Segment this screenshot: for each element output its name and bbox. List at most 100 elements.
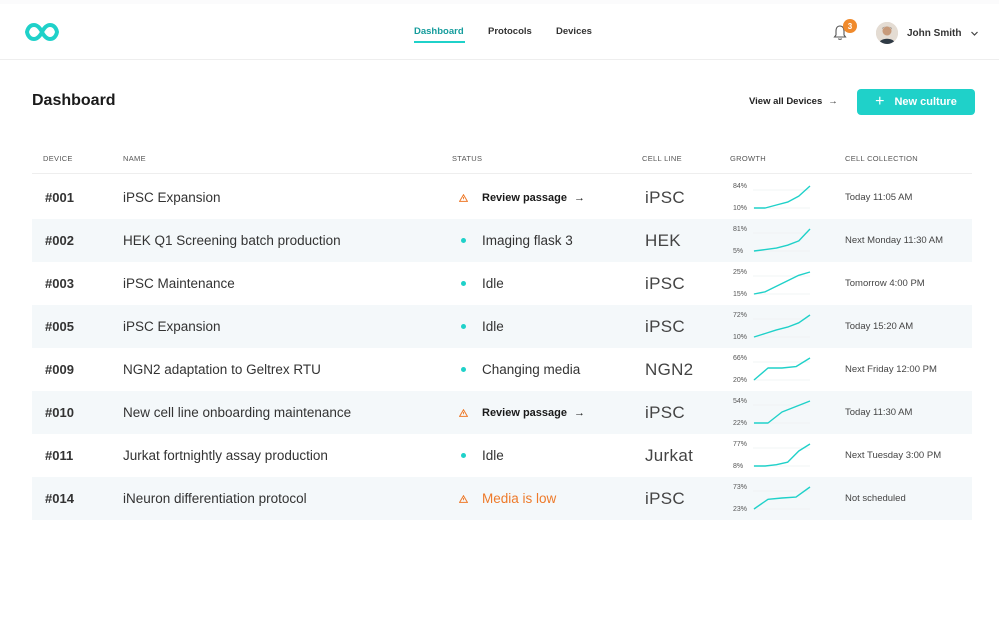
cell-collection-time: Today 15:20 AM — [845, 321, 914, 332]
growth-line — [754, 185, 811, 209]
growth-min-label: 22% — [733, 420, 747, 427]
cell-collection-time: Today 11:30 AM — [845, 407, 913, 418]
arrow-right-icon: → — [574, 406, 585, 419]
cell-collection-time: Next Friday 12:00 PM — [845, 364, 937, 375]
status: Media is low — [458, 477, 556, 520]
cell-line: HEK — [645, 230, 681, 250]
cell-line: iPSC — [645, 316, 685, 336]
cell-line: Jurkat — [645, 445, 694, 465]
table-row[interactable]: #002 HEK Q1 Screening batch production Ima… — [32, 219, 972, 262]
status-label: Idle — [482, 448, 504, 463]
device-id: #005 — [45, 319, 74, 334]
nav-protocols[interactable]: Protocols — [488, 26, 532, 37]
growth-sparkline: 72% 10% — [733, 312, 811, 341]
growth-min-label: 10% — [733, 334, 747, 341]
arrow-right-icon: → — [828, 96, 838, 107]
device-id: #014 — [45, 491, 74, 506]
cell-line: iPSC — [645, 488, 685, 508]
growth-line — [753, 357, 811, 381]
view-all-devices-link[interactable]: View all Devices → — [749, 96, 838, 107]
status: Idle — [458, 262, 504, 305]
status-label: Changing media — [482, 362, 581, 377]
device-id: #011 — [45, 448, 74, 463]
table-row[interactable]: #009 NGN2 adaptation to Geltrex RTU Changi… — [32, 348, 972, 391]
device-id: #001 — [45, 190, 74, 205]
app-page: Dashboard Protocols Devices 3 John Smith — [0, 4, 999, 627]
growth-min-label: 8% — [733, 463, 743, 470]
device-id: #009 — [45, 362, 74, 377]
cell-collection-time: Today 11:05 AM — [845, 192, 913, 203]
column-header-growth[interactable]: GROWTH — [730, 154, 766, 163]
status-label: Idle — [482, 319, 504, 334]
cell-line: iPSC — [645, 402, 685, 422]
nav-dashboard[interactable]: Dashboard — [414, 26, 464, 37]
table-row[interactable]: #010 New cell line onboarding maintenance… — [32, 391, 972, 434]
status: Imaging flask 3 — [458, 219, 573, 262]
table-row[interactable]: #001 iPSC Expansion Review passage → iPSC 84%… — [32, 176, 972, 219]
culture-name: iNeuron differentiation protocol — [123, 491, 307, 506]
table-row[interactable]: #011 Jurkat fortnightly assay production I… — [32, 434, 972, 477]
table-row[interactable]: #014 iNeuron differentiation protocol Medi… — [32, 477, 972, 520]
culture-name: Jurkat fortnightly assay production — [123, 448, 328, 463]
user-menu[interactable]: John Smith — [876, 21, 979, 45]
column-header-cell-line[interactable]: CELL LINE — [642, 154, 682, 163]
warning-triangle-icon — [458, 193, 468, 202]
growth-line — [753, 271, 811, 295]
new-culture-label: New culture — [894, 96, 957, 108]
growth-max-label: 84% — [733, 183, 747, 190]
status-label: Review passage — [482, 406, 567, 419]
growth-max-label: 81% — [733, 226, 747, 233]
growth-sparkline: 66% 20% — [733, 355, 811, 384]
top-navigation-bar: Dashboard Protocols Devices 3 John Smith — [0, 4, 999, 60]
status: Idle — [458, 305, 504, 348]
growth-line — [753, 228, 811, 252]
nav-devices[interactable]: Devices — [556, 26, 592, 37]
growth-chart: 77% 8% — [732, 434, 822, 477]
cell-collection-time: Not scheduled — [845, 493, 906, 504]
table-row[interactable]: #003 iPSC Maintenance Idle iPSC 25% 15% Tomorr… — [32, 262, 972, 305]
growth-chart: 54% 22% — [732, 391, 822, 434]
new-culture-button[interactable]: + New culture — [857, 89, 975, 115]
status-label: Review passage — [482, 191, 567, 204]
status[interactable]: Review passage → — [458, 391, 585, 434]
growth-chart: 25% 15% — [732, 262, 822, 305]
view-all-devices-label: View all Devices — [749, 96, 823, 107]
table-header: DEVICE NAME STATUS CELL LINE GROWTH CELL… — [32, 152, 972, 174]
status[interactable]: Review passage → — [458, 176, 585, 219]
user-name: John Smith — [907, 27, 962, 39]
growth-sparkline: 54% 22% — [733, 398, 811, 427]
growth-max-label: 54% — [733, 398, 747, 405]
cell-line: iPSC — [645, 187, 685, 207]
growth-chart: 72% 10% — [732, 305, 822, 348]
growth-max-label: 77% — [733, 441, 747, 448]
notification-count-badge: 3 — [843, 19, 857, 33]
growth-chart: 73% 23% — [732, 477, 822, 520]
device-id: #003 — [45, 276, 74, 291]
growth-chart: 66% 20% — [732, 348, 822, 391]
growth-sparkline: 73% 23% — [733, 484, 811, 513]
warning-triangle-icon — [458, 408, 468, 417]
growth-sparkline: 77% 8% — [733, 441, 811, 470]
column-header-status[interactable]: STATUS — [452, 154, 482, 163]
growth-sparkline: 84% 10% — [733, 183, 811, 212]
column-header-name[interactable]: NAME — [123, 154, 146, 163]
status-dot-icon — [458, 367, 468, 372]
status-dot-icon — [458, 324, 468, 329]
growth-max-label: 66% — [733, 355, 747, 362]
growth-min-label: 23% — [733, 506, 747, 513]
column-header-cell-collection[interactable]: CELL COLLECTION — [845, 154, 918, 163]
plus-icon: + — [875, 93, 885, 110]
culture-name: iPSC Expansion — [123, 190, 221, 205]
arrow-right-icon: → — [574, 191, 585, 204]
growth-max-label: 73% — [733, 484, 747, 491]
table-row[interactable]: #005 iPSC Expansion Idle iPSC 72% 10% Today 15… — [32, 305, 972, 348]
growth-line — [753, 314, 811, 338]
growth-line — [753, 486, 811, 510]
status-label: Idle — [482, 276, 504, 291]
growth-min-label: 20% — [733, 377, 747, 384]
cell-line: NGN2 — [645, 359, 694, 379]
column-header-device[interactable]: DEVICE — [43, 154, 73, 163]
growth-sparkline: 81% 5% — [733, 226, 811, 255]
culture-name: New cell line onboarding maintenance — [123, 405, 352, 420]
culture-name: iPSC Expansion — [123, 319, 221, 334]
